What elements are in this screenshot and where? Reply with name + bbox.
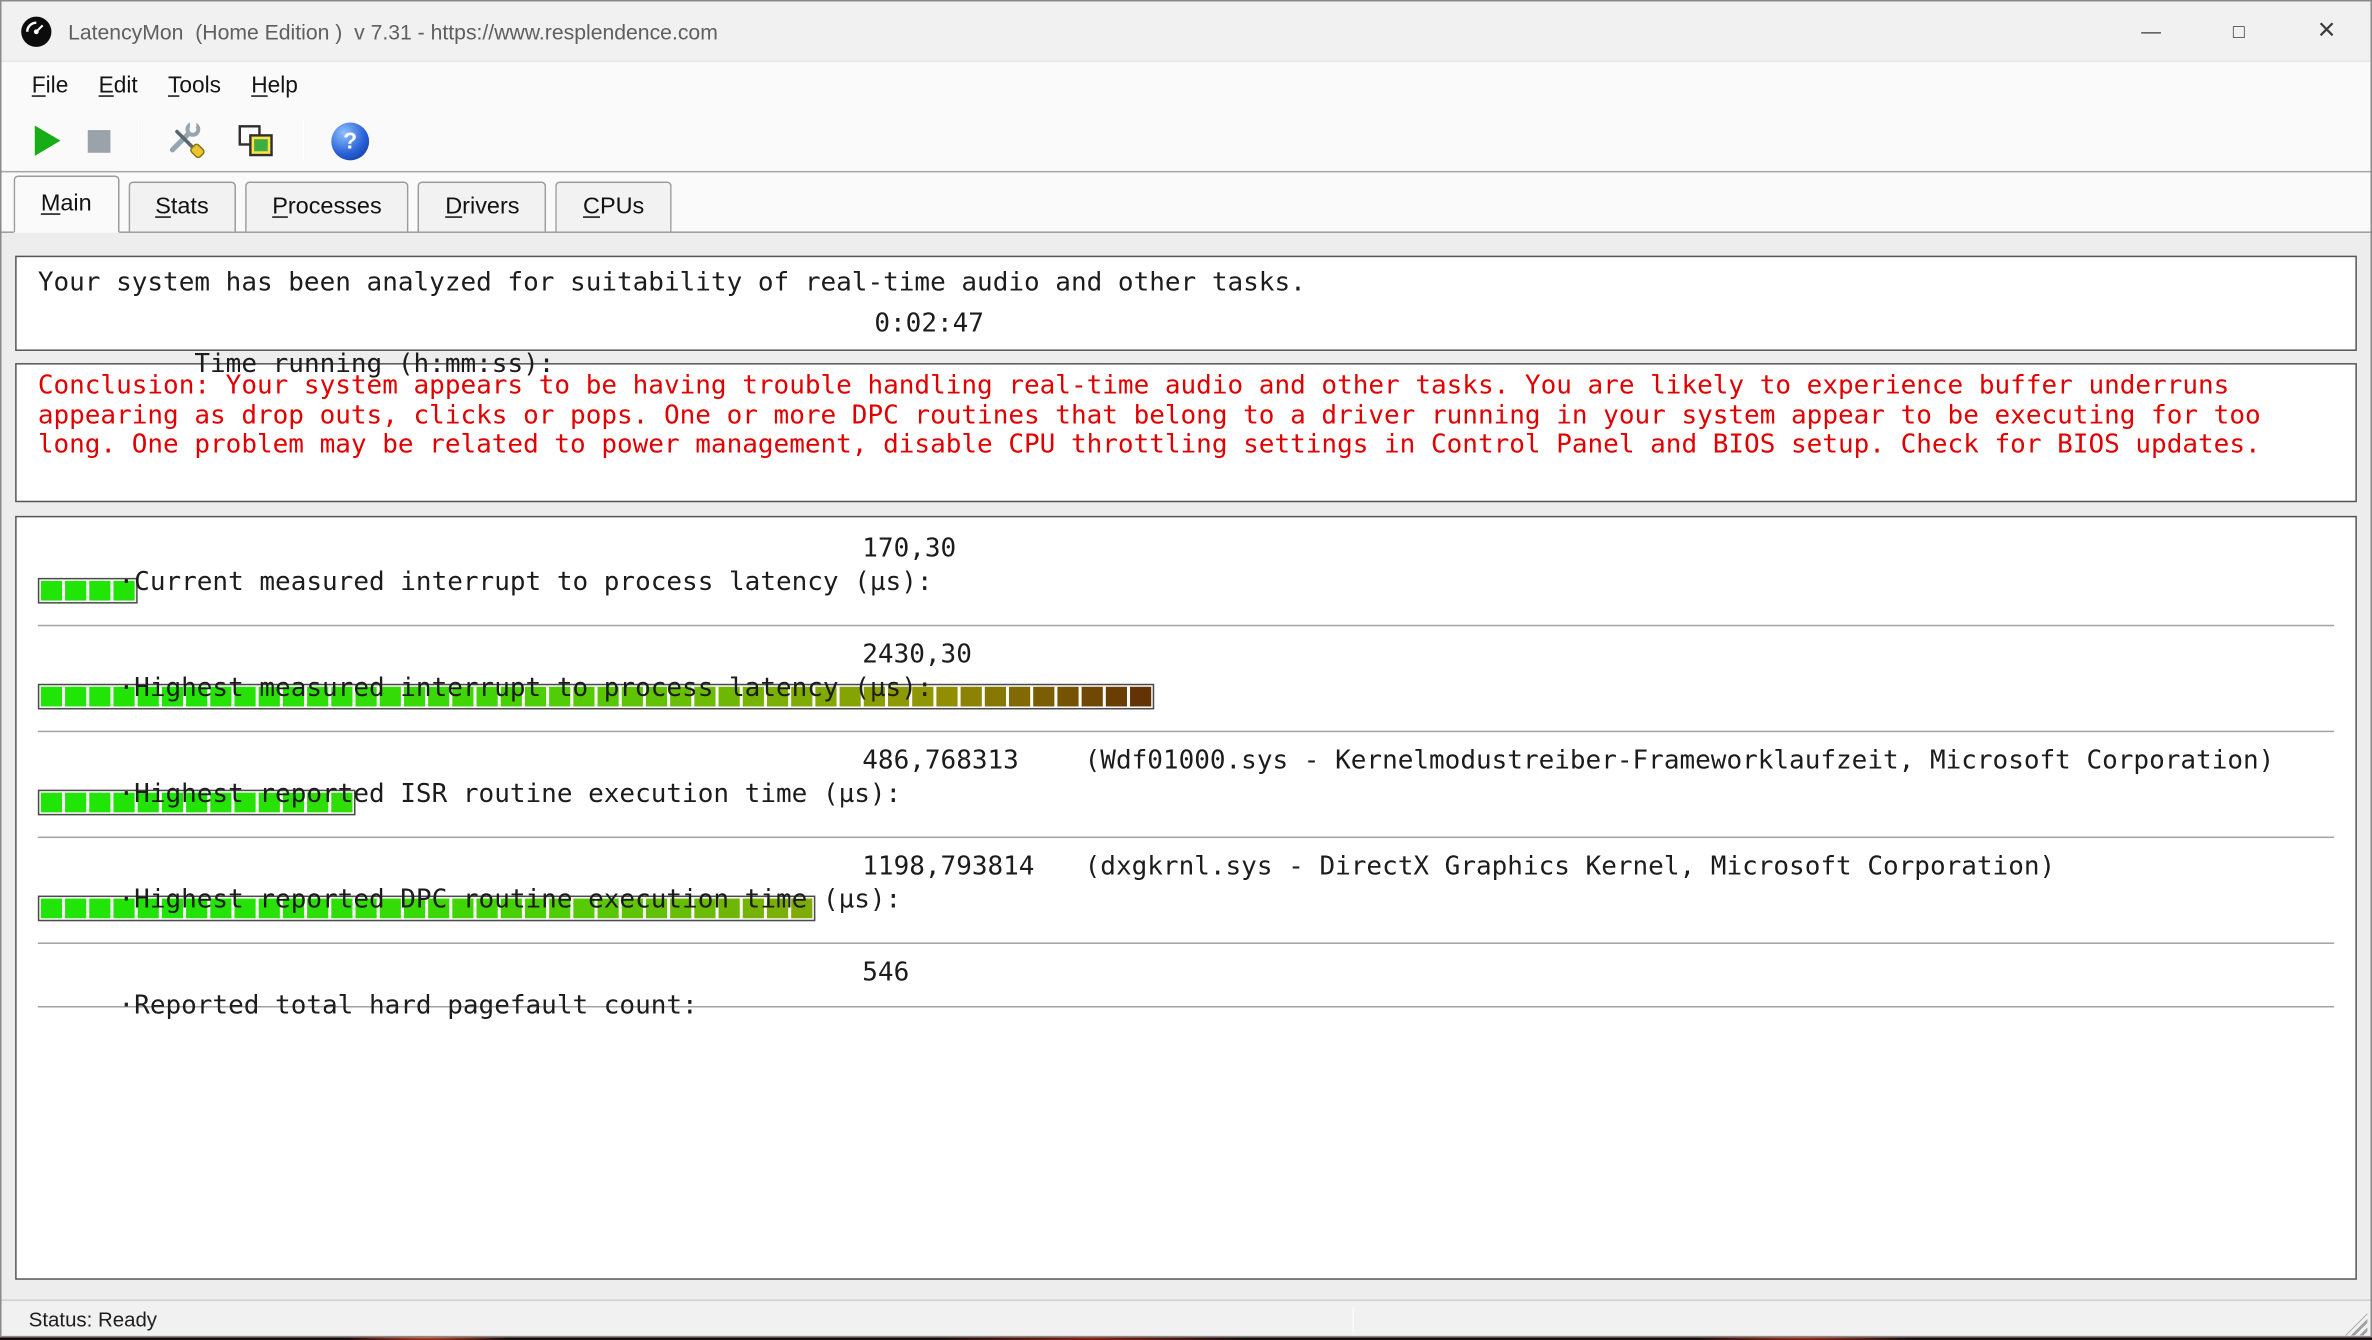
tab-processes[interactable]: Processes xyxy=(245,182,409,232)
close-button[interactable]: × xyxy=(2283,1,2371,62)
stat-row-highest-latency: ·Highest measured interrupt to process l… xyxy=(38,638,2334,732)
window-title: LatencyMon (Home Edition ) v 7.31 - http… xyxy=(68,19,718,43)
stat-label: ·Highest reported DPC routine execution … xyxy=(119,885,902,915)
tab-cpus[interactable]: CPUs xyxy=(556,182,672,232)
tab-main[interactable]: Main xyxy=(14,175,119,232)
copy-report-button[interactable] xyxy=(236,123,275,159)
stat-label: ·Reported total hard pagefault count: xyxy=(119,991,698,1021)
close-icon: × xyxy=(2318,14,2336,49)
stat-row-pagefault-count: ·Reported total hard pagefault count: 54… xyxy=(38,956,2334,1007)
options-button[interactable] xyxy=(166,121,208,160)
stat-detail: (Wdf01000.sys - Kernelmodustreiber-Frame… xyxy=(1085,744,2275,777)
status-text: Status: Ready xyxy=(29,1309,157,1332)
stat-value: 2430,30 xyxy=(862,638,972,671)
stat-value: 486,768313 xyxy=(862,744,1019,777)
toolbar-separator xyxy=(303,120,305,162)
play-icon xyxy=(35,126,61,156)
toolbar-separator xyxy=(138,120,140,162)
stat-value: 1198,793814 xyxy=(862,850,1034,883)
separator xyxy=(38,731,2334,733)
window-controls: — □ × xyxy=(2107,1,2370,62)
summary-panel: Your system has been analyzed for suitab… xyxy=(15,256,2357,351)
status-bar: Status: Ready xyxy=(2,1299,2371,1337)
stat-value: 546 xyxy=(862,956,909,989)
menu-item-help[interactable]: Help xyxy=(236,67,313,106)
title-bar[interactable]: LatencyMon (Home Edition ) v 7.31 - http… xyxy=(2,2,2371,63)
stat-detail: (dxgkrnl.sys - DirectX Graphics Kernel, … xyxy=(1085,850,2056,883)
minimize-button[interactable]: — xyxy=(2107,1,2195,62)
start-monitor-button[interactable] xyxy=(35,126,61,156)
screen: LatencyMon (Home Edition ) v 7.31 - http… xyxy=(0,0,2372,1340)
separator xyxy=(38,837,2334,839)
stat-label: ·Current measured interrupt to process l… xyxy=(119,567,933,597)
stat-value: 170,30 xyxy=(862,532,956,565)
menu-item-edit[interactable]: Edit xyxy=(83,67,152,106)
copy-icon xyxy=(236,123,275,159)
stat-row-isr-time: ·Highest reported ISR routine execution … xyxy=(38,744,2334,838)
tab-strip: Main Stats Processes Drivers CPUs xyxy=(2,172,2371,233)
separator xyxy=(38,625,2334,627)
analyzed-line: Your system has been analyzed for suitab… xyxy=(38,263,2334,304)
stop-icon xyxy=(88,129,111,152)
separator xyxy=(38,942,2334,944)
latencymon-logo-icon xyxy=(20,14,53,47)
time-running-value: 0:02:47 xyxy=(874,304,984,345)
resize-grip[interactable] xyxy=(2345,1313,2368,1336)
tab-stats[interactable]: Stats xyxy=(128,182,236,232)
menu-bar: File Edit Tools Help xyxy=(2,62,2371,110)
maximize-button[interactable]: □ xyxy=(2195,1,2283,62)
main-page: Your system has been analyzed for suitab… xyxy=(2,233,2371,1299)
tab-drivers[interactable]: Drivers xyxy=(418,182,547,232)
latencymon-window: LatencyMon (Home Edition ) v 7.31 - http… xyxy=(0,0,2372,1337)
menu-item-file[interactable]: File xyxy=(17,67,84,106)
maximize-icon: □ xyxy=(2233,20,2245,43)
toolbar: ? xyxy=(2,110,2371,172)
help-button[interactable]: ? xyxy=(331,122,369,160)
stat-row-dpc-time: ·Highest reported DPC routine execution … xyxy=(38,850,2334,944)
help-icon: ? xyxy=(331,122,369,160)
stop-monitor-button[interactable] xyxy=(88,129,111,152)
menu-item-tools[interactable]: Tools xyxy=(153,67,236,106)
stats-panel: ·Current measured interrupt to process l… xyxy=(15,516,2357,1280)
stat-row-current-latency: ·Current measured interrupt to process l… xyxy=(38,532,2334,626)
status-pane-divider xyxy=(1352,1307,1354,1333)
tools-icon xyxy=(166,121,208,160)
stat-label: ·Highest measured interrupt to process l… xyxy=(119,673,933,703)
minimize-icon: — xyxy=(2141,20,2161,43)
stat-label: ·Highest reported ISR routine execution … xyxy=(119,779,902,809)
time-running-row: Time running (h:mm:ss): 0:02:47 xyxy=(38,304,2334,345)
time-running-label: Time running (h:mm:ss): xyxy=(194,349,554,379)
